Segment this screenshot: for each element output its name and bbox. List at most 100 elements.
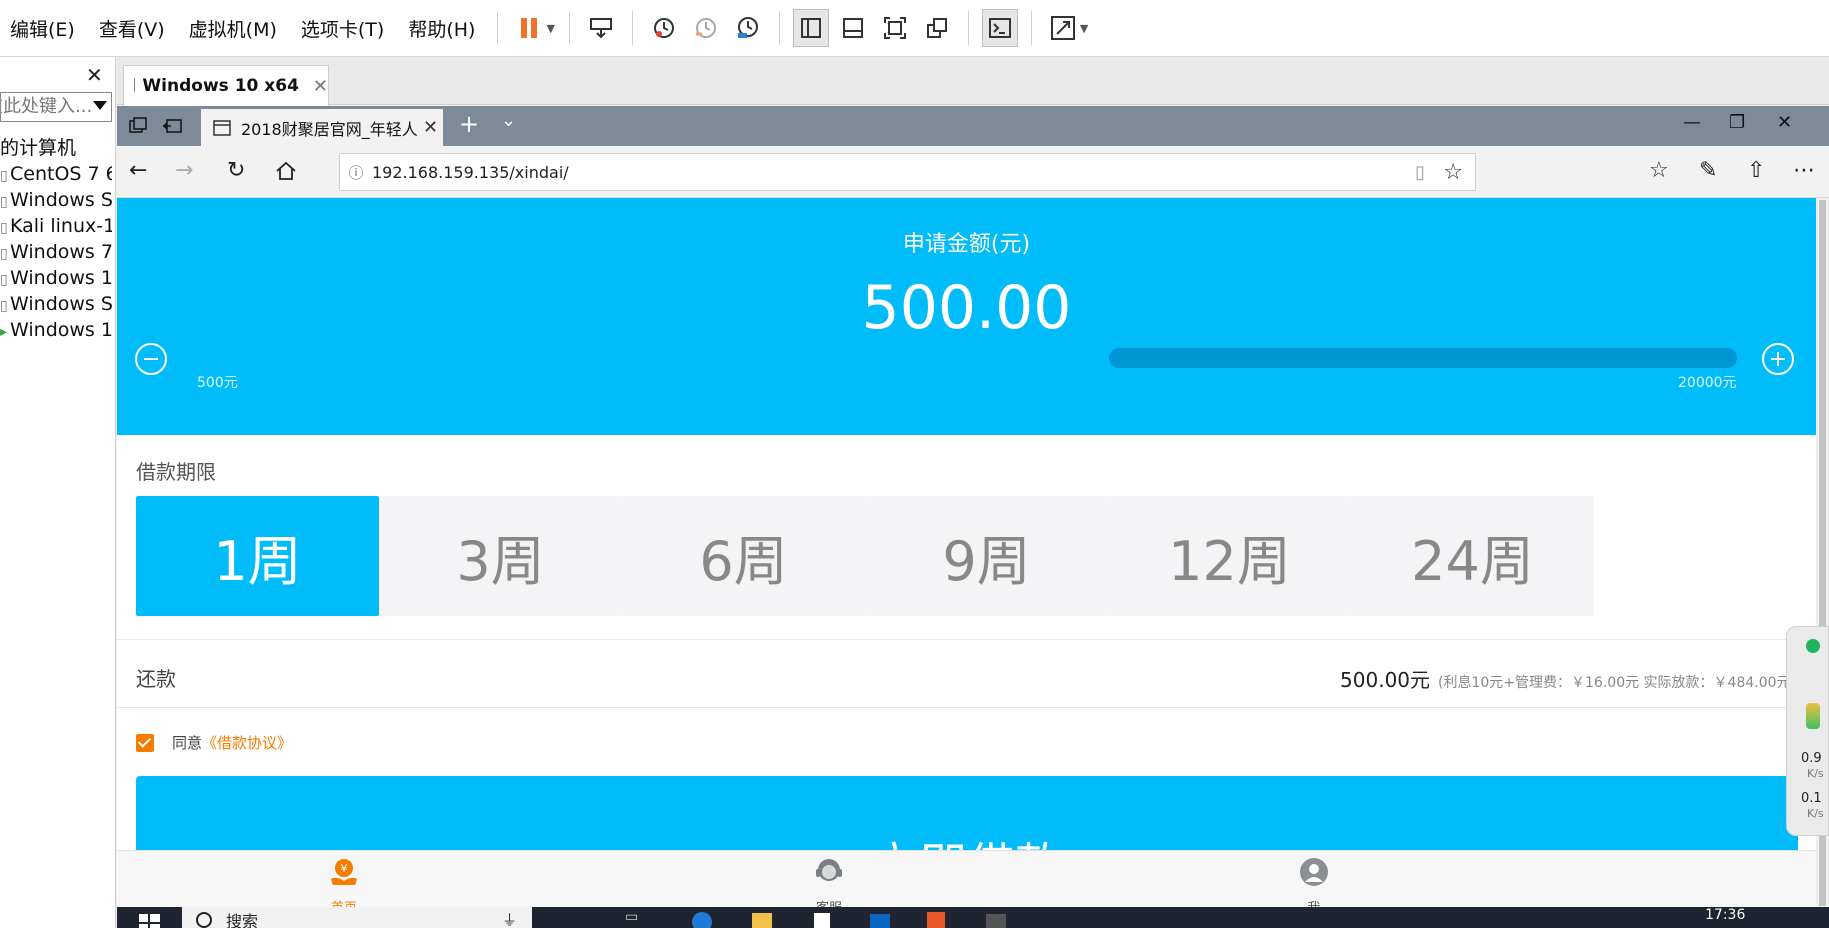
repay-summary: 500.00元 (利息10元+管理费：￥16.00元 实际放款：￥484.00元) (1340, 664, 1796, 693)
back-arrow-icon[interactable]: ← (129, 158, 147, 183)
unity-button[interactable] (919, 9, 955, 47)
console-view-button[interactable] (981, 9, 1018, 47)
amount-slider[interactable] (1109, 348, 1737, 368)
browser-tab-title: 2018财聚居官网_年轻人 (241, 119, 418, 139)
menu-view[interactable]: 查看(V) (87, 15, 177, 42)
term-option-12w[interactable]: 12周 (1108, 496, 1351, 616)
terminal-app-icon[interactable] (985, 909, 1007, 928)
taskbar-clock: 17:36 (1705, 907, 1746, 923)
edge-app-icon[interactable] (691, 909, 713, 928)
tree-item-vm[interactable]: ▯Windows Server (0, 291, 112, 317)
reading-view-icon[interactable]: ▯ (1415, 162, 1425, 183)
amount-max-label: 20000元 (1678, 375, 1737, 391)
windows-start-icon[interactable] (139, 911, 161, 928)
download-speed: 0.1 (1801, 791, 1822, 806)
file-explorer-icon[interactable] (751, 909, 773, 928)
network-speed-widget[interactable]: 0.9 K/s 0.1 K/s (1786, 626, 1829, 836)
toolbar-separator (1030, 11, 1032, 45)
close-icon[interactable]: ✕ (1777, 112, 1792, 133)
edge-tabbar: 2018财聚居官网_年轻人 ✕ + ⌄ — ❐ ✕ (117, 106, 1829, 146)
favorites-icon[interactable]: ☆ (1649, 158, 1669, 183)
tree-item-vm[interactable]: ▯CentOS 7 64 位 (0, 161, 112, 187)
vm-running-icon: ▸ (0, 324, 8, 340)
pen-icon[interactable]: ✎ (1699, 158, 1717, 183)
microphone-icon[interactable]: ⏚ (502, 909, 517, 928)
new-tab-icon[interactable]: + (459, 110, 479, 138)
forward-arrow-icon[interactable]: → (175, 158, 193, 183)
term-option-3w[interactable]: 3周 (379, 496, 622, 616)
show-library-button[interactable] (792, 9, 829, 47)
tree-item-vm[interactable]: ▯ Kali linux-1 (0, 213, 112, 239)
term-option-24w[interactable]: 24周 (1351, 496, 1594, 616)
close-icon[interactable]: ✕ (86, 63, 103, 87)
revert-snapshot-button[interactable] (688, 9, 724, 47)
store-icon[interactable] (811, 909, 833, 928)
guest-screen: 2018财聚居官网_年轻人 ✕ + ⌄ — ❐ ✕ ← → ↻ ⓘ 192.16… (117, 106, 1829, 928)
tree-root-label: 我的计算机 (0, 137, 77, 159)
library-tree: 我的计算机 ▯CentOS 7 64 位 ▯Windows Server ▯Ka… (0, 135, 112, 343)
more-icon[interactable]: ⋯ (1793, 158, 1815, 183)
send-ctrl-alt-del-button[interactable] (583, 9, 619, 47)
library-search-input[interactable]: 在此处键入... (0, 92, 112, 122)
chevron-down-icon[interactable]: ▼ (546, 22, 554, 35)
tree-item-vm[interactable]: ▯ Windows 7 (0, 239, 112, 265)
full-screen-button[interactable] (877, 9, 913, 47)
tree-item-label: CentOS 7 64 位 (10, 163, 112, 185)
url-field[interactable]: ⓘ 192.168.159.135/xindai/ ▯ ☆ (339, 153, 1476, 191)
vm-tab[interactable]: Windows 10 x64 ✕ (123, 65, 329, 106)
home-coin-icon: ¥ (331, 859, 357, 885)
refresh-icon[interactable]: ↻ (227, 158, 245, 183)
divider (117, 639, 1816, 640)
taskbar-search-text: 搜索 (226, 912, 259, 928)
unity-icon (926, 18, 947, 38)
apply-loan-button[interactable]: 立即借款 (136, 776, 1798, 858)
snapshot-button[interactable] (646, 9, 682, 47)
close-icon[interactable]: ✕ (313, 76, 328, 97)
stretch-icon (1050, 16, 1075, 40)
tree-item-vm-running[interactable]: ▸Windows 10 x64 (0, 317, 112, 343)
tree-item-label: Windows Server (10, 293, 112, 315)
term-option-9w[interactable]: 9周 (865, 496, 1108, 616)
tree-item-vm[interactable]: ▯Windows 10 (0, 265, 112, 291)
tree-root-my-computer[interactable]: 我的计算机 (0, 135, 112, 161)
term-option-1w[interactable]: 1周 (136, 496, 379, 616)
mail-app-icon[interactable] (869, 909, 891, 928)
pause-button[interactable] (511, 9, 547, 47)
chevron-down-icon[interactable] (93, 101, 107, 110)
chevron-down-icon[interactable]: ▼ (1080, 22, 1088, 35)
revert-snapshot-icon (695, 18, 716, 38)
stretch-view-button[interactable] (1045, 9, 1081, 47)
term-option-6w[interactable]: 6周 (622, 496, 865, 616)
browser-tab[interactable]: 2018财聚居官网_年轻人 ✕ (201, 109, 443, 146)
minimize-icon[interactable]: — (1683, 112, 1701, 133)
vmware-tabstrip: Windows 10 x64 ✕ (117, 57, 1829, 106)
close-icon[interactable]: ✕ (423, 117, 438, 138)
snapshot-manager-button[interactable] (730, 9, 766, 47)
vm-icon: ▯ (0, 194, 8, 210)
home-icon[interactable] (275, 160, 297, 182)
loan-agreement-link[interactable]: 《借款协议》 (202, 732, 292, 753)
menu-help[interactable]: 帮助(H) (396, 15, 487, 42)
menu-tabs[interactable]: 选项卡(T) (289, 15, 396, 42)
tree-item-vm[interactable]: ▯Windows Server (0, 187, 112, 213)
set-tabs-aside-icon[interactable] (161, 116, 183, 136)
info-icon[interactable]: ⓘ (340, 162, 372, 183)
chevron-down-icon[interactable]: ⌄ (501, 110, 516, 131)
menu-vm[interactable]: 虚拟机(M) (177, 15, 289, 42)
url-text: 192.168.159.135/xindai/ (372, 162, 569, 182)
tree-item-label: Windows 10 (10, 267, 112, 289)
tabs-aside-icon[interactable] (127, 116, 149, 136)
thumbnail-bar-button[interactable] (835, 9, 871, 47)
task-view-icon[interactable]: ▭ (625, 909, 647, 928)
plus-circle-icon[interactable] (1762, 343, 1794, 375)
minus-circle-icon[interactable] (135, 343, 167, 375)
share-icon[interactable]: ⇧ (1747, 158, 1765, 183)
restore-icon[interactable]: ❐ (1729, 112, 1745, 133)
upload-speed: 0.9 (1801, 751, 1822, 766)
toolbar-separator (967, 11, 969, 45)
menu-edit[interactable]: 编辑(E) (0, 15, 87, 42)
agree-checkbox[interactable] (136, 733, 154, 752)
office-app-icon[interactable] (925, 909, 947, 928)
star-icon[interactable]: ☆ (1443, 160, 1463, 185)
taskbar-search-box[interactable]: 搜索 ⏚ (182, 907, 532, 928)
